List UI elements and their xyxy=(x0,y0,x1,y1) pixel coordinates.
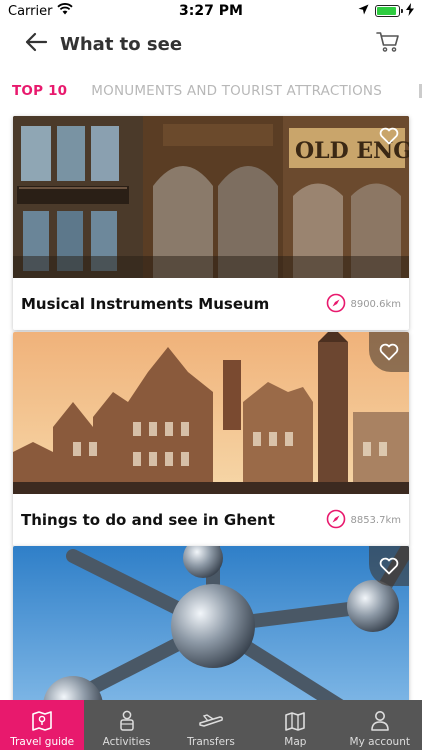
battery-icon xyxy=(375,5,403,17)
nav-my-account[interactable]: My account xyxy=(338,700,422,750)
carrier-label: Carrier xyxy=(8,3,53,19)
map-icon xyxy=(284,708,306,734)
card-title: Things to do and see in Ghent xyxy=(21,511,275,529)
page-title: What to see xyxy=(60,33,183,55)
card-footer: Musical Instruments Museum 8900.6km xyxy=(13,278,409,330)
compass-icon xyxy=(326,293,346,316)
distance: 8900.6km xyxy=(326,293,401,316)
nav-label: Travel guide xyxy=(10,736,75,748)
tab-monuments[interactable]: MONUMENTS AND TOURIST ATTRACTIONS xyxy=(79,83,394,99)
nav-header: What to see xyxy=(0,22,422,66)
nav-travel-guide[interactable]: Travel guide xyxy=(0,700,85,750)
favorite-button[interactable] xyxy=(369,546,409,586)
distance: 8853.7km xyxy=(326,509,401,532)
favorite-button[interactable] xyxy=(369,116,409,156)
back-button[interactable] xyxy=(14,22,58,66)
shopping-cart-icon xyxy=(376,31,400,57)
category-tabs: TOP 10 MONUMENTS AND TOURIST ATTRACTIONS xyxy=(0,74,422,108)
list-item[interactable]: OLD ENGL Musical Instruments Museum xyxy=(13,116,409,330)
heart-outline-icon xyxy=(379,127,399,145)
list-item[interactable] xyxy=(13,546,409,700)
location-arrow-icon xyxy=(358,4,369,19)
charging-bolt-icon xyxy=(406,2,414,20)
list-item[interactable]: Things to do and see in Ghent 8853.7km xyxy=(13,332,409,546)
card-image-museum: OLD ENGL xyxy=(13,116,409,278)
nav-label: Map xyxy=(284,736,307,748)
nav-label: Activities xyxy=(102,736,151,748)
bottom-nav: Travel guide Activities Transfers Map My… xyxy=(0,700,422,750)
status-left: Carrier xyxy=(0,3,140,19)
map-book-icon xyxy=(31,708,53,734)
attractions-list[interactable]: OLD ENGL Musical Instruments Museum xyxy=(0,108,422,700)
nav-transfers[interactable]: Transfers xyxy=(169,700,253,750)
card-footer: Things to do and see in Ghent 8853.7km xyxy=(13,494,409,546)
nav-label: Transfers xyxy=(187,736,235,748)
tab-top10[interactable]: TOP 10 xyxy=(0,83,79,99)
arrow-left-icon xyxy=(24,32,48,56)
card-image-ghent xyxy=(13,332,409,494)
screen: Carrier 3:27 PM What to see TOP 10 MONUM… xyxy=(0,0,422,750)
airplane-icon xyxy=(198,708,224,734)
status-bar: Carrier 3:27 PM xyxy=(0,0,422,22)
battery-fill xyxy=(377,7,396,15)
heart-outline-icon xyxy=(379,343,399,361)
card-title: Musical Instruments Museum xyxy=(21,295,270,313)
nav-map[interactable]: Map xyxy=(253,700,337,750)
wifi-icon xyxy=(57,3,74,19)
user-icon xyxy=(370,708,390,734)
compass-icon xyxy=(326,509,346,532)
status-right xyxy=(282,2,422,20)
distance-label: 8853.7km xyxy=(350,514,401,526)
distance-label: 8900.6km xyxy=(350,298,401,310)
favorite-button[interactable] xyxy=(369,332,409,372)
heart-outline-icon xyxy=(379,557,399,575)
card-image-atomium xyxy=(13,546,409,700)
cart-button[interactable] xyxy=(368,24,408,64)
nav-activities[interactable]: Activities xyxy=(84,700,168,750)
nav-label: My account xyxy=(349,736,410,748)
status-time: 3:27 PM xyxy=(179,3,243,19)
person-icon xyxy=(117,708,137,734)
